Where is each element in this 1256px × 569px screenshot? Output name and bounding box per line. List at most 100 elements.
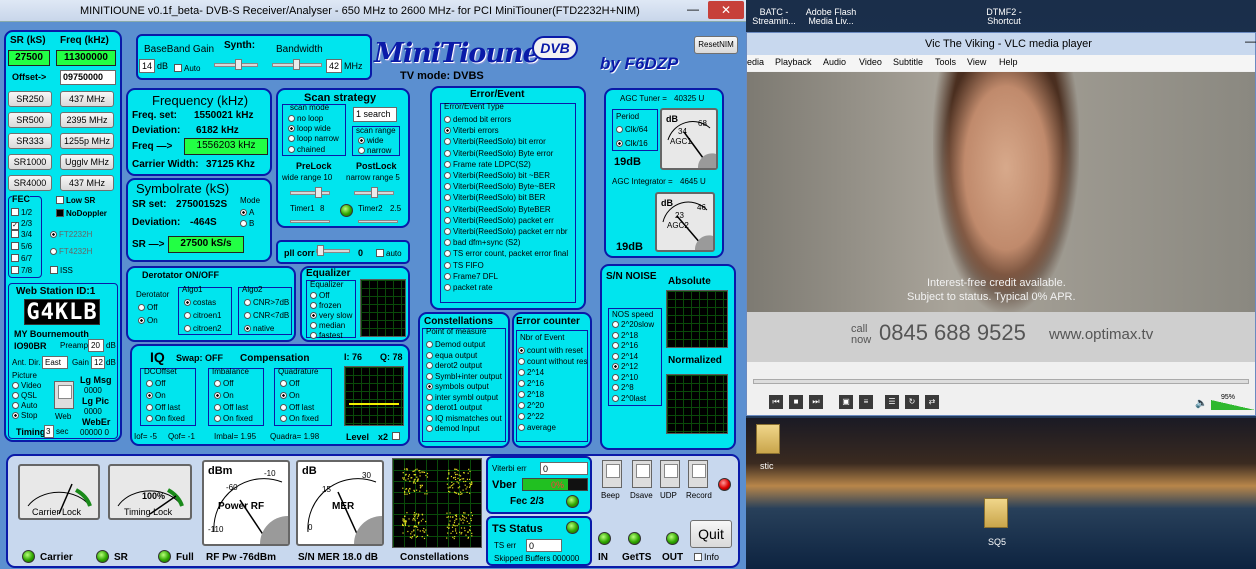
vlc-fullscreen-icon[interactable]: ▣: [839, 395, 853, 409]
imbalance-off-radio[interactable]: Off: [214, 379, 234, 388]
error-event-item-15[interactable]: packet rate: [444, 283, 493, 292]
error-event-item-6-radio[interactable]: [444, 183, 451, 191]
scan-chained-radio[interactable]: chained: [288, 145, 325, 154]
desktop-icon-batc[interactable]: BATC - Streamin...: [748, 4, 798, 30]
error-event-item-4[interactable]: Frame rate LDPC(S2): [444, 160, 531, 169]
vlc-next-icon[interactable]: ⏭: [809, 395, 823, 409]
error-event-item-10-radio[interactable]: [444, 228, 451, 235]
error-counter-item-7-radio[interactable]: [518, 424, 525, 431]
ant-dir-input[interactable]: East: [42, 356, 68, 369]
constellation-source-3[interactable]: Symbl+inter output: [426, 372, 502, 381]
vlc-loop-icon[interactable]: ↻: [905, 395, 919, 409]
error-event-item-9[interactable]: Viterbi(ReedSolo) packet err: [444, 216, 554, 225]
quadrature-off-last-radio[interactable]: Off last: [280, 403, 314, 412]
error-event-item-11[interactable]: bad dfm+sync (S2): [444, 238, 520, 247]
postlock-slider[interactable]: [354, 187, 394, 198]
constellation-source-0-radio[interactable]: [426, 341, 433, 348]
constellation-source-3-radio[interactable]: [426, 372, 433, 380]
low-sr-checkbox[interactable]: Low SR: [56, 196, 95, 205]
error-event-item-12[interactable]: TS error count, packet error final: [444, 249, 568, 258]
error-event-item-0-radio[interactable]: [444, 116, 451, 123]
freq-preset-button-2[interactable]: 2395 MHz: [60, 112, 114, 128]
constellation-source-5[interactable]: inter symbl output: [426, 393, 498, 402]
iss-checkbox[interactable]: ISS: [50, 266, 73, 275]
equalizer-median-radio[interactable]: median: [310, 321, 345, 330]
error-counter-item-5[interactable]: 2^20: [518, 401, 544, 410]
error-event-item-7-radio[interactable]: [444, 194, 451, 202]
equalizer-fastest-radio[interactable]: fastest: [310, 331, 343, 340]
constellation-source-6-radio[interactable]: [426, 404, 433, 411]
error-counter-item-4-radio[interactable]: [518, 391, 525, 398]
pll-corr-slider[interactable]: [316, 245, 350, 256]
error-counter-item-7[interactable]: average: [518, 423, 556, 432]
error-counter-item-5-radio[interactable]: [518, 402, 525, 409]
nos-speed-item-5-radio[interactable]: [612, 373, 619, 381]
fec-2-3[interactable]: ✓ 2/3: [11, 219, 32, 230]
nodoppler-checkbox[interactable]: NoDoppler: [56, 209, 107, 218]
picture-auto-radio[interactable]: Auto: [12, 401, 37, 410]
sr1000-button[interactable]: SR1000: [8, 154, 52, 170]
error-counter-item-1[interactable]: count without res: [518, 357, 587, 366]
error-event-item-14[interactable]: Frame7 DFL: [444, 272, 498, 281]
iq-x2-checkbox[interactable]: [392, 432, 400, 440]
vlc-menu-view[interactable]: View: [967, 58, 986, 67]
constellation-source-4-radio[interactable]: [426, 383, 433, 390]
freq-preset-button-1[interactable]: 437 MHz: [60, 91, 114, 107]
vlc-shuffle-icon[interactable]: ⇄: [925, 395, 939, 409]
vlc-minimize-icon[interactable]: —: [1245, 35, 1256, 47]
vlc-menu-help[interactable]: Help: [999, 58, 1018, 67]
error-event-item-6[interactable]: Viterbi(ReedSolo) Byte~BER: [444, 182, 555, 191]
sr333-button[interactable]: SR333: [8, 133, 52, 149]
constellation-source-8-radio[interactable]: [426, 425, 433, 432]
desktop-icon-adobe-flash[interactable]: Adobe Flash Media Liv...: [800, 4, 860, 30]
error-event-item-1[interactable]: Viterbi errors: [444, 126, 499, 135]
desktop-icon-dtmf2[interactable]: DTMF2 - Shortcut: [976, 4, 1030, 30]
constellation-source-6[interactable]: derot1 output: [426, 403, 482, 412]
synth-slider[interactable]: [214, 59, 258, 70]
sr4000-button[interactable]: SR4000: [8, 175, 52, 191]
vlc-menu-tools[interactable]: Tools: [935, 58, 956, 67]
error-event-item-8-radio[interactable]: [444, 205, 451, 213]
error-event-item-1-radio[interactable]: [444, 127, 451, 135]
quadrature-off-radio[interactable]: Off: [280, 379, 300, 388]
desktop-folder-icon-1[interactable]: [756, 424, 780, 454]
constellation-source-1[interactable]: equa output: [426, 351, 477, 360]
constellation-source-1-radio[interactable]: [426, 351, 433, 359]
fec-7-8-checkbox[interactable]: [11, 266, 19, 274]
vlc-menu-audio[interactable]: Audio: [823, 58, 846, 67]
error-event-item-8[interactable]: Viterbi(ReedSolo) ByteBER: [444, 205, 551, 214]
fec-5-6-checkbox[interactable]: [11, 242, 19, 250]
freq-preset-button-5[interactable]: 437 MHz: [60, 175, 114, 191]
fec-1-2[interactable]: 1/2: [11, 208, 32, 217]
fec-3-4-checkbox[interactable]: [11, 230, 19, 238]
algo2-cnr-high-radio[interactable]: CNR>7dB: [244, 298, 289, 307]
nos-speed-item-7-radio[interactable]: [612, 394, 619, 402]
error-event-item-2-radio[interactable]: [444, 138, 451, 146]
constellation-source-7-radio[interactable]: [426, 414, 433, 422]
error-event-item-10[interactable]: Viterbi(ReedSolo) packet err nbr: [444, 227, 568, 236]
dsave-switch[interactable]: [632, 460, 652, 488]
freq-preset-button-3[interactable]: 1255p MHz: [60, 133, 114, 149]
fec-2-3-checkbox[interactable]: ✓: [11, 222, 19, 230]
error-counter-item-6[interactable]: 2^22: [518, 412, 544, 421]
algo1-citroen1-radio[interactable]: citroen1: [184, 311, 221, 320]
equalizer-off-radio[interactable]: Off: [310, 291, 330, 300]
error-counter-item-0[interactable]: count with reset: [518, 346, 583, 355]
udp-switch[interactable]: [660, 460, 680, 488]
sr500-button[interactable]: SR500: [8, 112, 52, 128]
error-event-item-2[interactable]: Viterbi(ReedSolo) bit error: [444, 137, 546, 146]
mode-a-radio[interactable]: A: [240, 208, 254, 217]
algo2-native-radio[interactable]: native: [244, 324, 274, 333]
equalizer-very-slow-radio[interactable]: very slow: [310, 311, 352, 320]
quadrature-on-radio[interactable]: On: [280, 391, 300, 400]
nos-speed-item-3[interactable]: 2^14: [612, 352, 638, 361]
freq-value-field[interactable]: 11300000: [56, 50, 116, 66]
nos-speed-item-2-radio[interactable]: [612, 342, 619, 349]
prelock-slider[interactable]: [290, 187, 330, 198]
picture-qsl-radio[interactable]: QSL: [12, 391, 37, 400]
error-event-item-13-radio[interactable]: [444, 261, 451, 269]
constellation-source-0[interactable]: Demod output: [426, 340, 485, 349]
nos-speed-item-4-radio[interactable]: [612, 363, 619, 370]
timer2-slider[interactable]: [358, 220, 398, 223]
mode-b-radio[interactable]: B: [240, 219, 254, 228]
